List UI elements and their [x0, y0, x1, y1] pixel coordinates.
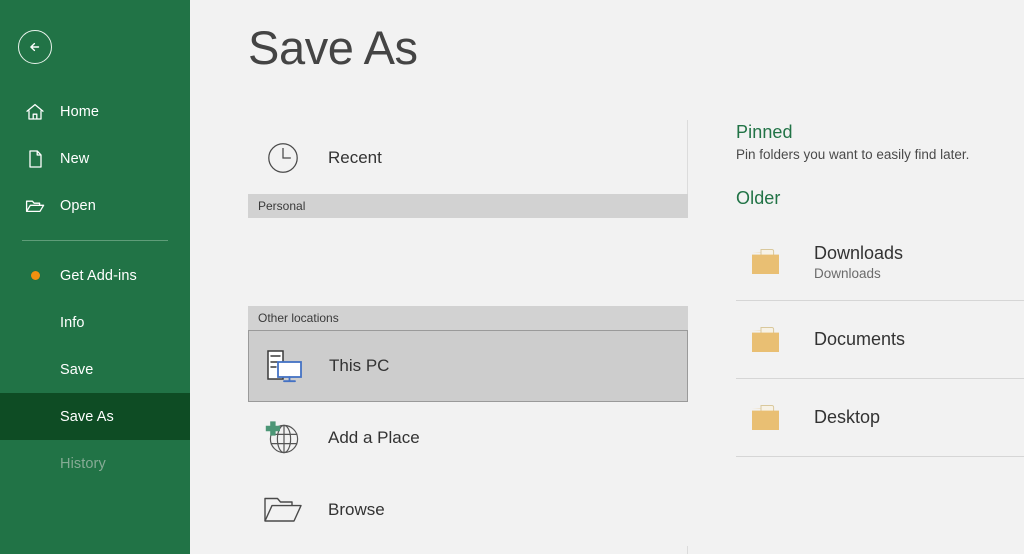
section-header-label: Other locations: [258, 311, 339, 325]
sidebar-item-history: History: [0, 440, 190, 487]
open-folder-icon: [22, 193, 48, 219]
section-header-personal: Personal: [248, 194, 688, 218]
browse-folder-icon: [256, 491, 310, 529]
sidebar-nav: Home New Open: [0, 88, 190, 487]
place-row-add-a-place[interactable]: Add a Place: [248, 402, 688, 474]
folder-row-desktop[interactable]: Desktop: [736, 379, 1024, 457]
clock-icon: [256, 138, 310, 178]
folder-name: Downloads: [814, 242, 903, 265]
place-label: Browse: [328, 500, 385, 520]
sidebar-item-label: Home: [60, 104, 99, 120]
this-pc-icon: [257, 346, 311, 386]
sidebar-item-label: Open: [60, 198, 96, 214]
pinned-heading: Pinned: [736, 122, 1024, 143]
place-row-this-pc[interactable]: This PC: [248, 330, 688, 402]
folder-row-downloads[interactable]: Downloads Downloads: [736, 223, 1024, 301]
folder-icon: [738, 399, 804, 437]
folder-name: Documents: [814, 328, 905, 351]
sidebar-item-info[interactable]: Info: [0, 299, 190, 346]
sidebar-item-home[interactable]: Home: [0, 88, 190, 135]
folder-row-documents[interactable]: Documents: [736, 301, 1024, 379]
add-ins-icon: [22, 263, 48, 289]
sidebar-item-label: History: [22, 456, 106, 472]
section-body-personal: [248, 218, 688, 306]
sidebar-item-save[interactable]: Save: [0, 346, 190, 393]
folder-text: Documents: [814, 328, 905, 351]
sidebar-item-label: Info: [22, 315, 85, 331]
section-body-other-locations: This PC Add a Place: [248, 330, 688, 546]
folder-text: Desktop: [814, 406, 880, 429]
sidebar-item-label: Save: [22, 362, 93, 378]
backstage-main: Save As Recent Personal Other locations: [190, 0, 1024, 554]
sidebar-divider: [22, 240, 168, 241]
section-header-other-locations: Other locations: [248, 306, 688, 330]
new-file-icon: [22, 146, 48, 172]
sidebar-item-label: New: [60, 151, 89, 167]
sidebar-item-label: Save As: [22, 409, 114, 425]
folder-text: Downloads Downloads: [814, 242, 903, 282]
place-row-recent[interactable]: Recent: [248, 122, 688, 194]
back-arrow-icon: [25, 37, 45, 57]
place-label: Add a Place: [328, 428, 420, 448]
back-button[interactable]: [18, 30, 52, 64]
pinned-description: Pin folders you want to easily find late…: [736, 147, 1024, 162]
older-heading: Older: [736, 188, 1024, 209]
folder-path: Downloads: [814, 266, 903, 281]
sidebar-item-get-add-ins[interactable]: Get Add-ins: [0, 252, 190, 299]
place-row-browse[interactable]: Browse: [248, 474, 688, 546]
page-title: Save As: [248, 22, 418, 74]
sidebar-item-label: Get Add-ins: [60, 268, 137, 284]
sidebar-item-new[interactable]: New: [0, 135, 190, 182]
place-label: This PC: [329, 356, 389, 376]
folder-icon: [738, 243, 804, 281]
place-label: Recent: [328, 148, 382, 168]
section-header-label: Personal: [258, 199, 305, 213]
home-icon: [22, 99, 48, 125]
sidebar-item-save-as[interactable]: Save As: [0, 393, 190, 440]
pinned-and-recent-column: Pinned Pin folders you want to easily fi…: [736, 122, 1024, 457]
backstage-sidebar: Home New Open: [0, 0, 190, 554]
add-place-icon: [256, 417, 310, 459]
folder-name: Desktop: [814, 406, 880, 429]
sidebar-item-open[interactable]: Open: [0, 182, 190, 229]
save-as-backstage: Home New Open: [0, 0, 1024, 554]
places-column: Recent Personal Other locations: [248, 122, 688, 546]
folder-icon: [738, 321, 804, 359]
